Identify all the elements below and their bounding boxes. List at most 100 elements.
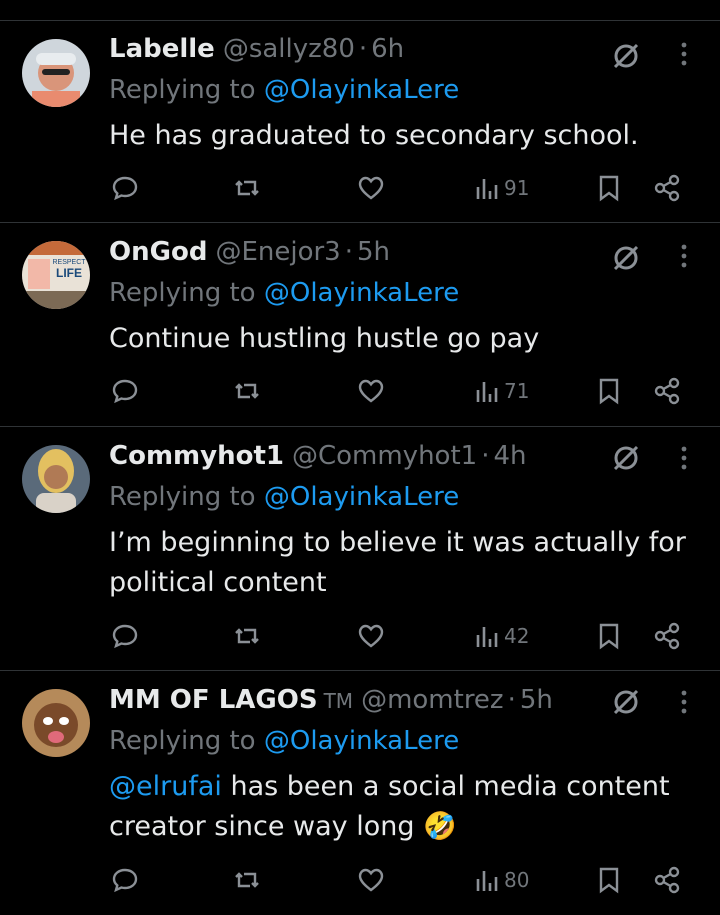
share-icon[interactable] [652, 865, 682, 895]
views-button[interactable]: 71 [474, 376, 529, 406]
user-handle[interactable]: @sallyz80 [223, 34, 355, 64]
trademark-label: TM [323, 689, 354, 713]
avatar-text-large: LIFE [56, 266, 82, 280]
display-name[interactable]: MM OF LAGOS [109, 685, 318, 715]
replying-to: Replying to @OlayinkaLere [109, 725, 459, 757]
views-button[interactable]: 80 [474, 865, 529, 895]
views-count: 42 [504, 624, 530, 648]
user-handle[interactable]: @momtrez [361, 685, 504, 715]
replying-to: Replying to @OlayinkaLere [109, 481, 459, 513]
timestamp[interactable]: 4h [493, 441, 526, 471]
replying-to: Replying to @OlayinkaLere [109, 277, 459, 309]
grok-icon[interactable] [611, 41, 641, 71]
tweet-text-line: creator since way long 🤣 [109, 807, 704, 847]
laughing-emoji: 🤣 [423, 811, 457, 842]
grok-icon[interactable] [611, 687, 641, 717]
reply-icon[interactable] [110, 173, 140, 203]
display-name[interactable]: Commyhot1 [109, 441, 284, 471]
avatar[interactable] [22, 445, 90, 513]
views-icon [474, 173, 500, 203]
share-icon[interactable] [652, 621, 682, 651]
bookmark-icon[interactable] [596, 865, 622, 895]
replying-prefix: Replying to [109, 482, 256, 512]
tweet-text-line: @elrufai has been a social media content [109, 767, 704, 807]
user-handle[interactable]: @Commyhot1 [292, 441, 477, 471]
avatar[interactable]: RESPECT LIFE [22, 241, 90, 309]
views-icon [474, 621, 500, 651]
action-bar: 80 [0, 865, 720, 895]
mention-link[interactable]: @elrufai [109, 771, 222, 802]
avatar[interactable] [22, 689, 90, 757]
tweet-text: He has graduated to secondary school. [109, 116, 704, 156]
views-icon [474, 865, 500, 895]
avatar[interactable] [22, 39, 90, 107]
tweet-text-part: creator since way long [109, 811, 415, 842]
reply-tweet[interactable]: Commyhot1 @Commyhot1 · 4h Replying to @Olay… [0, 427, 720, 671]
retweet-icon[interactable] [232, 173, 262, 203]
avatar-text: RESPECT LIFE [50, 259, 88, 280]
retweet-icon[interactable] [232, 376, 262, 406]
dot-separator: · [507, 685, 516, 715]
retweet-icon[interactable] [232, 865, 262, 895]
user-handle[interactable]: @Enejor3 [215, 237, 340, 267]
display-name[interactable]: Labelle [109, 34, 215, 64]
retweet-icon[interactable] [232, 621, 262, 651]
dot-separator: · [481, 441, 490, 471]
tweet-header: OnGod @Enejor3 · 5h [109, 236, 390, 268]
bookmark-icon[interactable] [596, 621, 622, 651]
views-count: 71 [504, 379, 530, 403]
tweet-header: MM OF LAGOS TM @momtrez · 5h [109, 684, 553, 717]
action-bar: 91 [0, 173, 720, 203]
grok-icon[interactable] [611, 243, 641, 273]
views-count: 80 [504, 868, 530, 892]
action-bar: 71 [0, 376, 720, 406]
replying-prefix: Replying to [109, 278, 256, 308]
reply-tweet[interactable]: MM OF LAGOS TM @momtrez · 5h Replying to @Ol… [0, 671, 720, 915]
reply-icon[interactable] [110, 865, 140, 895]
more-icon[interactable] [680, 689, 688, 715]
share-icon[interactable] [652, 376, 682, 406]
tweet-header: Labelle @sallyz80 · 6h [109, 33, 404, 65]
display-name[interactable]: OnGod [109, 237, 207, 267]
tweet-text-line: political content [109, 567, 327, 598]
timestamp[interactable]: 6h [371, 34, 404, 64]
replying-to: Replying to @OlayinkaLere [109, 74, 459, 106]
views-button[interactable]: 42 [474, 621, 529, 651]
action-bar: 42 [0, 621, 720, 651]
reply-icon[interactable] [110, 621, 140, 651]
tweet-text-line: I’m beginning to believe it was actually… [109, 527, 686, 558]
like-icon[interactable] [356, 376, 386, 406]
bookmark-icon[interactable] [596, 173, 622, 203]
tweet-text: I’m beginning to believe it was actually… [109, 523, 704, 603]
replying-mention-link[interactable]: @OlayinkaLere [264, 482, 459, 512]
tweet-text: @elrufai has been a social media content… [109, 767, 704, 847]
like-icon[interactable] [356, 173, 386, 203]
dot-separator: · [358, 34, 368, 64]
like-icon[interactable] [356, 865, 386, 895]
reply-icon[interactable] [110, 376, 140, 406]
timestamp[interactable]: 5h [520, 685, 553, 715]
more-icon[interactable] [680, 445, 688, 471]
share-icon[interactable] [652, 173, 682, 203]
like-icon[interactable] [356, 621, 386, 651]
more-icon[interactable] [680, 41, 688, 67]
views-icon [474, 376, 500, 406]
reply-tweet[interactable]: RESPECT LIFE OnGod @Enejor3 · 5h Replying t… [0, 223, 720, 427]
reply-tweet[interactable]: Labelle @sallyz80 · 6h Replying to @Olayink… [0, 21, 720, 223]
bookmark-icon[interactable] [596, 376, 622, 406]
tweet-text-line: Continue hustling hustle go pay [109, 323, 540, 354]
replying-mention-link[interactable]: @OlayinkaLere [264, 75, 459, 105]
replying-prefix: Replying to [109, 726, 256, 756]
timestamp[interactable]: 5h [357, 237, 390, 267]
tweet-text-line: He has graduated to secondary school. [109, 120, 639, 151]
views-button[interactable]: 91 [474, 173, 529, 203]
tweet-text-part: has been a social media content [221, 771, 670, 802]
grok-icon[interactable] [611, 443, 641, 473]
views-count: 91 [504, 176, 530, 200]
replying-mention-link[interactable]: @OlayinkaLere [264, 726, 459, 756]
replying-mention-link[interactable]: @OlayinkaLere [264, 278, 459, 308]
tweet-header: Commyhot1 @Commyhot1 · 4h [109, 440, 527, 472]
replying-prefix: Replying to [109, 75, 256, 105]
tweet-text: Continue hustling hustle go pay [109, 319, 704, 359]
more-icon[interactable] [680, 243, 688, 269]
